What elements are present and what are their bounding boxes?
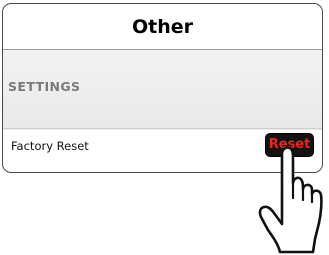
row-divider	[3, 128, 322, 129]
reset-button[interactable]: Reset	[265, 133, 314, 157]
page-title: Other	[131, 16, 194, 38]
settings-section-label: SETTINGS	[8, 79, 81, 94]
factory-reset-label: Factory Reset	[11, 139, 89, 153]
